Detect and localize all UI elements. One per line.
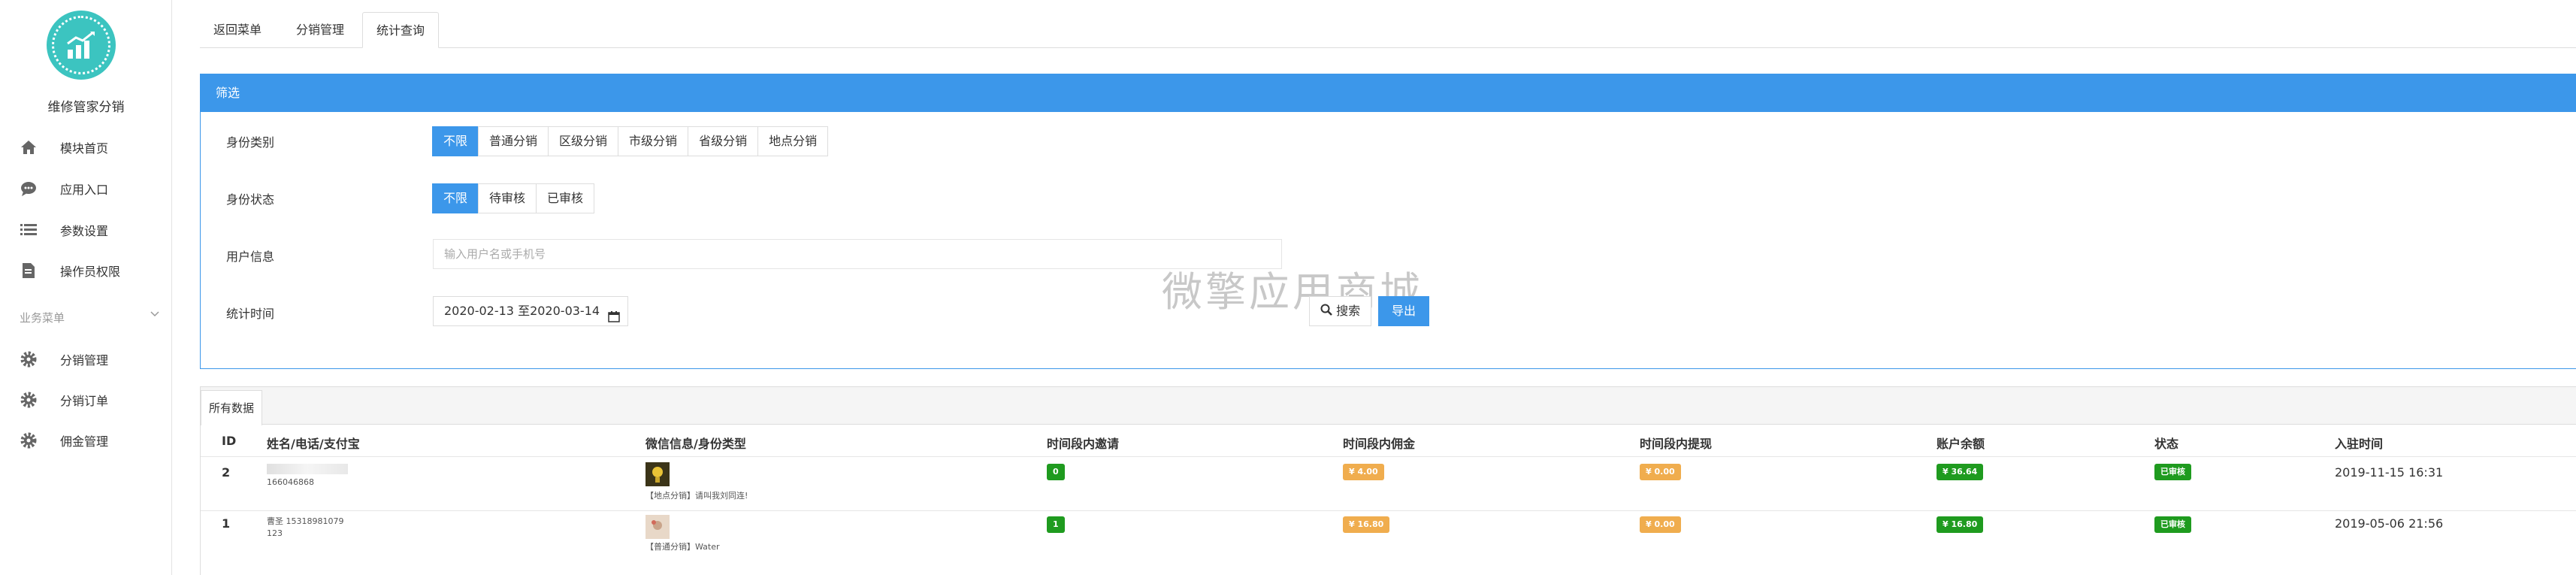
identity-type-option[interactable]: 不限 bbox=[432, 126, 479, 156]
gear-icon bbox=[20, 391, 38, 409]
withdrawn-badge: ¥ 0.00 bbox=[1640, 464, 1681, 480]
row-id: 2 bbox=[222, 465, 231, 480]
commission-badge: ¥ 4.00 bbox=[1343, 464, 1384, 480]
user-info-label: 用户信息 bbox=[225, 250, 274, 264]
avatar bbox=[646, 462, 670, 486]
sidebar: 维修管家分销 模块首页 应用入口 参数设置 操作员权限 业务菜单 分销管理 分销… bbox=[0, 0, 172, 575]
name-redacted bbox=[267, 464, 348, 474]
sidebar-item-commission-management[interactable]: 佣金管理 bbox=[0, 425, 172, 455]
sidebar-item-home[interactable]: 模块首页 bbox=[0, 132, 172, 162]
balance-badge: ¥ 16.80 bbox=[1937, 516, 1984, 533]
user-info-input[interactable]: 输入用户名或手机号 bbox=[433, 239, 1282, 269]
avatar bbox=[646, 515, 670, 539]
row-phone: 123 bbox=[267, 528, 283, 538]
filter-panel-title: 筛选 bbox=[201, 74, 2576, 112]
gear-icon bbox=[20, 431, 38, 449]
commission-badge: ¥ 16.80 bbox=[1343, 516, 1390, 533]
chevron-down-icon bbox=[149, 308, 161, 323]
data-panel: 所有数据 ID 姓名/电话/支付宝 微信信息/身份类型 时间段内邀请 时间段内佣… bbox=[200, 386, 2576, 575]
status-option[interactable]: 已审核 bbox=[536, 183, 595, 213]
identity-type-option[interactable]: 市级分销 bbox=[618, 126, 689, 156]
row-joined: 2019-05-06 21:56 bbox=[2335, 516, 2444, 531]
invites-badge: 1 bbox=[1047, 516, 1065, 533]
status-option[interactable]: 不限 bbox=[432, 183, 479, 213]
row-id: 1 bbox=[222, 516, 231, 531]
balance-badge: ¥ 36.64 bbox=[1937, 464, 1984, 480]
tab-statistics[interactable]: 统计查询 bbox=[362, 12, 440, 48]
top-tabs: 返回菜单 分销管理 统计查询 bbox=[200, 12, 2576, 48]
sidebar-item-operator-permissions[interactable]: 操作员权限 bbox=[0, 256, 172, 286]
row-joined: 2019-11-15 16:31 bbox=[2335, 465, 2444, 480]
chart-logo-icon bbox=[67, 31, 95, 59]
app-name: 维修管家分销 bbox=[47, 100, 125, 115]
row-phone: 166046868 bbox=[267, 477, 314, 487]
sidebar-item-label: 应用入口 bbox=[60, 183, 109, 197]
status-label: 身份状态 bbox=[225, 192, 274, 207]
calendar-icon bbox=[608, 304, 620, 333]
col-header-commission: 时间段内佣金 bbox=[1343, 437, 1416, 451]
sidebar-item-app-entry[interactable]: 应用入口 bbox=[0, 174, 172, 204]
row-wechat-info: 【地点分销】请叫我刘同连! bbox=[646, 491, 748, 501]
identity-type-options: 不限 普通分销 区级分销 市级分销 省级分销 地点分销 bbox=[432, 126, 829, 156]
time-label: 统计时间 bbox=[225, 307, 274, 321]
withdrawn-badge: ¥ 0.00 bbox=[1640, 516, 1681, 533]
status-option[interactable]: 待审核 bbox=[478, 183, 537, 213]
status-badge: 已审核 bbox=[2154, 516, 2191, 533]
app-logo bbox=[47, 11, 116, 80]
sidebar-group-label: 业务菜单 bbox=[20, 311, 65, 325]
date-range-picker[interactable]: 2020-02-13 至2020-03-14 bbox=[433, 296, 628, 326]
tab-distribution-management[interactable]: 分销管理 bbox=[283, 12, 358, 48]
identity-type-option[interactable]: 省级分销 bbox=[688, 126, 759, 156]
sidebar-item-label: 佣金管理 bbox=[60, 434, 109, 449]
sidebar-item-label: 分销订单 bbox=[60, 394, 109, 408]
status-options: 不限 待审核 已审核 bbox=[432, 183, 595, 213]
identity-type-label: 身份类别 bbox=[225, 135, 274, 150]
document-permission-icon bbox=[20, 262, 38, 280]
sidebar-item-label: 参数设置 bbox=[60, 224, 109, 238]
search-button-label: 搜索 bbox=[1336, 304, 1361, 318]
sidebar-item-label: 模块首页 bbox=[60, 141, 109, 156]
col-header-status: 状态 bbox=[2154, 437, 2179, 451]
home-icon bbox=[20, 138, 38, 156]
col-header-joined: 入驻时间 bbox=[2335, 437, 2384, 451]
data-panel-header: 所有数据 bbox=[201, 387, 2576, 425]
gear-icon bbox=[20, 350, 38, 368]
search-button[interactable]: 搜索 bbox=[1309, 296, 1372, 326]
tab-back-to-menu[interactable]: 返回菜单 bbox=[200, 12, 275, 48]
date-range-value: 2020-02-13 至2020-03-14 bbox=[444, 304, 600, 318]
identity-type-option[interactable]: 区级分销 bbox=[548, 126, 619, 156]
col-header-id: ID bbox=[222, 434, 237, 448]
search-icon bbox=[1320, 298, 1332, 326]
status-badge: 已审核 bbox=[2154, 464, 2191, 480]
sidebar-item-settings[interactable]: 参数设置 bbox=[0, 215, 172, 245]
chat-bubble-icon bbox=[20, 180, 38, 198]
row-wechat-info: 【普通分销】Water bbox=[646, 542, 720, 552]
identity-type-option[interactable]: 地点分销 bbox=[757, 126, 829, 156]
row-name: 曹圣 15318981079 bbox=[267, 516, 344, 526]
sidebar-item-distribution-orders[interactable]: 分销订单 bbox=[0, 385, 172, 415]
col-header-withdrawn: 时间段内提现 bbox=[1640, 437, 1713, 451]
sidebar-item-label: 操作员权限 bbox=[60, 265, 121, 279]
col-header-name: 姓名/电话/支付宝 bbox=[267, 437, 360, 451]
sidebar-group-business[interactable]: 业务菜单 bbox=[0, 307, 172, 329]
invites-badge: 0 bbox=[1047, 464, 1065, 480]
identity-type-option[interactable]: 普通分销 bbox=[478, 126, 549, 156]
col-header-invites: 时间段内邀请 bbox=[1047, 437, 1120, 451]
export-button[interactable]: 导出 bbox=[1378, 296, 1430, 326]
col-header-wechat: 微信信息/身份类型 bbox=[646, 437, 746, 451]
sidebar-item-distribution-management[interactable]: 分销管理 bbox=[0, 344, 172, 374]
col-header-balance: 账户余额 bbox=[1937, 437, 1985, 451]
tab-all-data[interactable]: 所有数据 bbox=[201, 390, 263, 425]
list-settings-icon bbox=[20, 221, 38, 239]
sidebar-item-label: 分销管理 bbox=[60, 353, 109, 368]
